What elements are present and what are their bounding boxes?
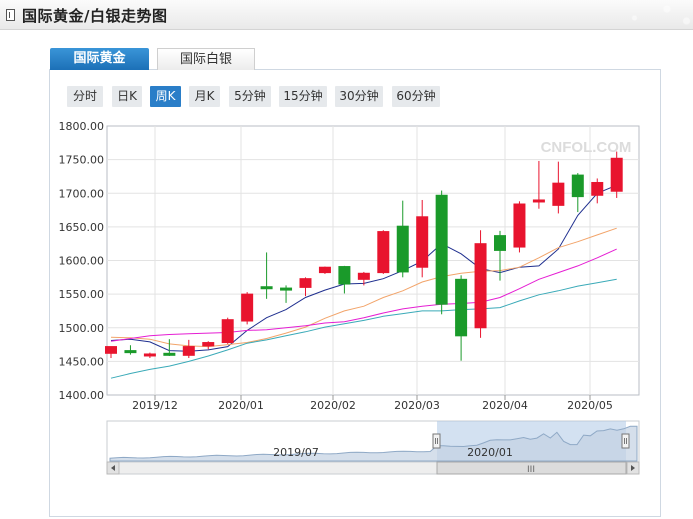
candlestick-chart: 1800.00 1750.00 1700.00 1650.00 1600.00 1550.… (59, 120, 640, 475)
candle (513, 201, 526, 253)
candle-body (571, 174, 584, 198)
candle-body (532, 199, 545, 203)
candle-body (318, 266, 331, 274)
y-tick-label: 1800.00 (59, 120, 105, 133)
candle (377, 230, 390, 274)
candle-body (338, 266, 351, 285)
navigator-handle-left[interactable] (432, 433, 441, 449)
y-tick-label: 1550.00 (59, 288, 105, 301)
candle-body (552, 182, 565, 206)
y-tick-label: 1400.00 (59, 389, 105, 402)
navigator-label-1: 2019/07 (273, 446, 319, 459)
candle (435, 190, 448, 315)
candle-body (474, 243, 487, 329)
y-axis: 1800.00 1750.00 1700.00 1650.00 1600.00 1550.… (59, 120, 105, 402)
candle-body (377, 231, 390, 274)
candle-body (513, 203, 526, 248)
candle-body (591, 181, 604, 196)
navigator-label-2: 2020/01 (467, 446, 513, 459)
x-tick-label: 2020/04 (482, 399, 528, 412)
candle (221, 317, 234, 344)
candle-body (299, 278, 312, 288)
x-tick-label: 2020/03 (394, 399, 440, 412)
candle-body (416, 216, 429, 268)
candle-body (221, 319, 234, 344)
y-tick-label: 1500.00 (59, 322, 105, 335)
candle-body (124, 350, 137, 354)
navigator-handle-right[interactable] (621, 433, 630, 449)
candle-body (280, 287, 293, 291)
candle-body (202, 342, 215, 347)
candle-body (105, 346, 117, 354)
candle-body (260, 286, 273, 290)
candle (241, 292, 254, 325)
candle-body (396, 225, 409, 273)
y-tick-label: 1700.00 (59, 187, 105, 200)
candle-body (357, 272, 370, 280)
candle-body (435, 194, 448, 305)
candle-body (143, 353, 156, 357)
candle-body (241, 293, 254, 322)
x-tick-label: 2020/02 (310, 399, 356, 412)
y-tick-label: 1600.00 (59, 255, 105, 268)
candle (318, 266, 331, 274)
y-tick-label: 1650.00 (59, 221, 105, 234)
candle (610, 151, 623, 198)
range-navigator[interactable]: 2019/07 2020/01 III (106, 420, 640, 475)
y-tick-label: 1750.00 (59, 154, 105, 167)
x-axis: 2019/12 2020/01 2020/02 2020/03 2020/04 2020/… (132, 395, 613, 412)
candle (474, 230, 487, 338)
x-tick-label: 2019/12 (132, 399, 178, 412)
x-tick-label: 2020/05 (567, 399, 613, 412)
candle-body (455, 278, 468, 337)
watermark-text: CNFOL.COM (541, 139, 632, 156)
candle-body (163, 352, 176, 356)
candle-body (610, 157, 623, 192)
scrollbar-grip: III (527, 465, 535, 475)
y-tick-label: 1450.00 (59, 355, 105, 368)
candle-body (494, 235, 506, 251)
candle-body (182, 346, 195, 356)
x-tick-label: 2020/01 (218, 399, 264, 412)
